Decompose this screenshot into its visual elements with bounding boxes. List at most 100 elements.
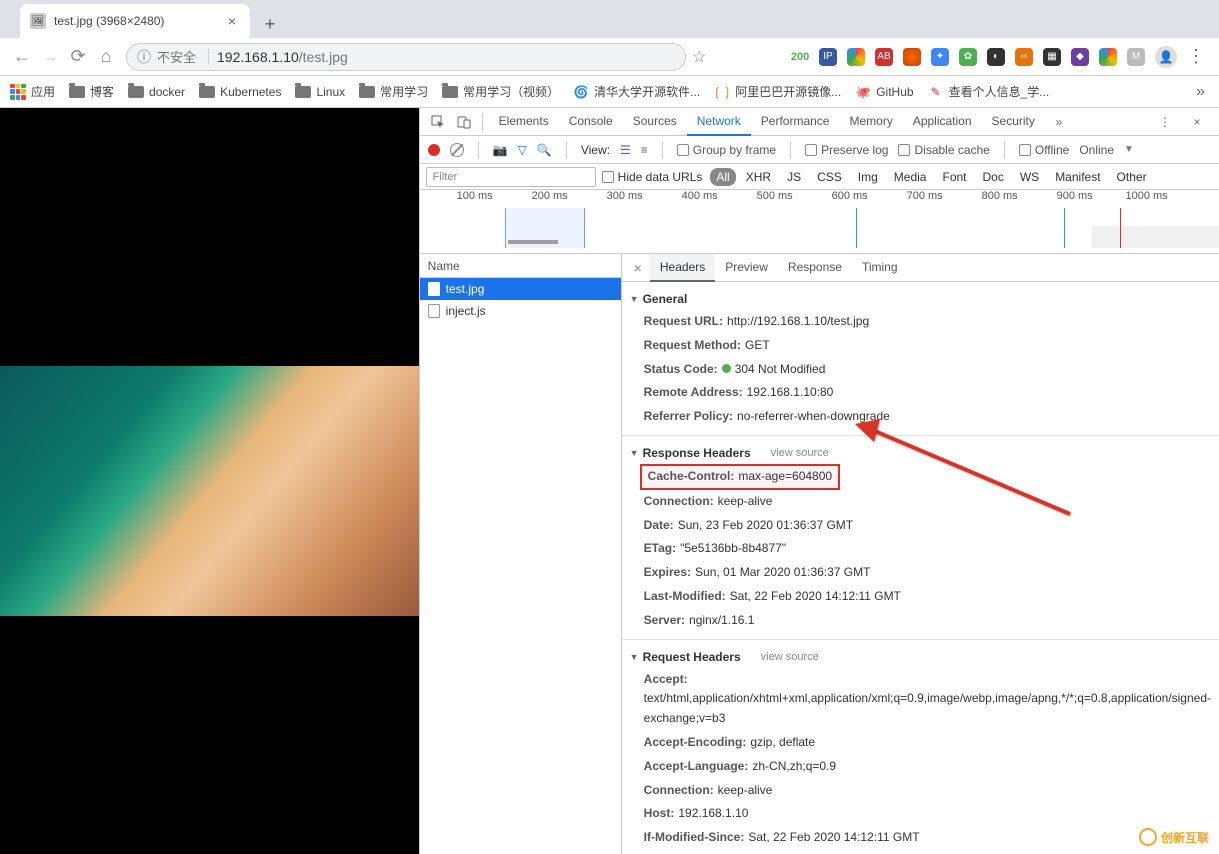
- bookmark-item[interactable]: ❲❳阿里巴巴开源镜像...: [714, 83, 841, 100]
- filter-chip-other[interactable]: Other: [1111, 168, 1153, 186]
- ext-icon-10[interactable]: ◆: [1071, 48, 1089, 66]
- bookmark-item[interactable]: 常用学习: [359, 83, 428, 100]
- ext-icon-11[interactable]: [1099, 48, 1117, 66]
- more-tabs-icon[interactable]: »: [1047, 110, 1071, 134]
- camera-icon[interactable]: 📷: [493, 143, 508, 157]
- bookmark-item[interactable]: 🐙GitHub: [855, 83, 913, 100]
- site-icon: ❲❳: [714, 84, 730, 100]
- filter-chip-all[interactable]: All: [710, 168, 735, 186]
- request-row[interactable]: test.jpg: [420, 278, 621, 300]
- ext-icon-7[interactable]: ◐: [987, 48, 1005, 66]
- ext-icon-12[interactable]: M: [1127, 48, 1145, 66]
- menu-icon[interactable]: ⋮: [1187, 46, 1205, 67]
- close-icon[interactable]: ×: [224, 13, 240, 29]
- filter-chip-font[interactable]: Font: [936, 168, 972, 186]
- browser-tab[interactable]: 🖼 test.jpg (3968×2480) ×: [20, 4, 250, 38]
- filter-icon[interactable]: ▽: [518, 143, 527, 157]
- ext-icon-3[interactable]: AB: [875, 48, 893, 66]
- devtools-tab-sources[interactable]: Sources: [623, 108, 687, 136]
- status-dot-icon: [722, 364, 731, 373]
- devtools-tab-security[interactable]: Security: [982, 108, 1045, 136]
- hide-data-urls-checkbox[interactable]: Hide data URLs: [602, 170, 703, 184]
- detail-close-icon[interactable]: ×: [628, 260, 648, 276]
- view-source-link[interactable]: view source: [761, 651, 819, 663]
- ext-status-badge[interactable]: 200: [791, 48, 809, 66]
- devtools-tab-elements[interactable]: Elements: [489, 108, 559, 136]
- reload-button[interactable]: ⟳: [64, 43, 92, 71]
- group-by-frame-checkbox[interactable]: Group by frame: [677, 143, 776, 157]
- online-select[interactable]: Online: [1079, 143, 1114, 157]
- network-timeline[interactable]: 100 ms200 ms300 ms400 ms500 ms600 ms700 …: [420, 190, 1219, 254]
- filter-chip-css[interactable]: CSS: [811, 168, 848, 186]
- bookmark-item[interactable]: 博客: [69, 83, 114, 100]
- bookmark-item[interactable]: Kubernetes: [199, 83, 281, 100]
- devtools-tab-performance[interactable]: Performance: [751, 108, 840, 136]
- bookmarks-overflow-icon[interactable]: »: [1196, 83, 1209, 101]
- filter-chip-img[interactable]: Img: [852, 168, 884, 186]
- throttle-caret-icon[interactable]: ▼: [1124, 144, 1134, 155]
- offline-checkbox[interactable]: Offline: [1019, 143, 1069, 157]
- clear-icon[interactable]: [450, 143, 464, 157]
- devtools-tab-application[interactable]: Application: [903, 108, 982, 136]
- devtools-close-icon[interactable]: ×: [1185, 110, 1209, 134]
- devtools-tab-memory[interactable]: Memory: [839, 108, 902, 136]
- filter-chip-js[interactable]: JS: [781, 168, 807, 186]
- section-response-headers-title[interactable]: ▼Response Headersview source: [622, 442, 1219, 464]
- ext-icon-2[interactable]: [847, 48, 865, 66]
- ext-icon-4[interactable]: [903, 48, 921, 66]
- large-rows-icon[interactable]: ☰: [620, 143, 631, 157]
- ext-icon-6[interactable]: ✿: [959, 48, 977, 66]
- site-info-icon[interactable]: ⓘ: [137, 47, 151, 67]
- detail-tabs: × HeadersPreviewResponseTiming: [622, 254, 1219, 282]
- preserve-log-checkbox[interactable]: Preserve log: [805, 143, 888, 157]
- page-image: [0, 366, 419, 616]
- detail-tab-preview[interactable]: Preview: [715, 254, 778, 282]
- bookmark-item[interactable]: ✎查看个人信息_学...: [928, 83, 1050, 100]
- home-button[interactable]: ⌂: [92, 43, 120, 71]
- section-general-title[interactable]: ▼General: [622, 288, 1219, 310]
- ext-icon-5[interactable]: ✦: [931, 48, 949, 66]
- address-bar[interactable]: ⓘ 不安全 192.168.1.10/test.jpg: [126, 43, 686, 71]
- disable-cache-checkbox[interactable]: Disable cache: [898, 143, 989, 157]
- ext-icon-1[interactable]: IP: [819, 48, 837, 66]
- inspect-icon[interactable]: [426, 110, 450, 134]
- bookmark-item[interactable]: 🌀清华大学开源软件...: [573, 83, 700, 100]
- request-row[interactable]: inject.js: [420, 300, 621, 322]
- section-request-headers-title[interactable]: ▼Request Headersview source: [622, 646, 1219, 668]
- filter-chip-xhr[interactable]: XHR: [740, 168, 777, 186]
- filter-chip-ws[interactable]: WS: [1014, 168, 1045, 186]
- forward-button[interactable]: →: [36, 43, 64, 71]
- filter-chip-manifest[interactable]: Manifest: [1049, 168, 1106, 186]
- devtools-tab-console[interactable]: Console: [559, 108, 623, 136]
- waterfall-icon[interactable]: ≡: [641, 143, 648, 157]
- view-source-link[interactable]: view source: [771, 447, 829, 459]
- request-name: test.jpg: [446, 282, 485, 296]
- header-row: Accept:text/html,application/xhtml+xml,a…: [622, 668, 1219, 731]
- new-tab-button[interactable]: +: [256, 10, 284, 38]
- view-label: View:: [581, 143, 610, 157]
- apps-button[interactable]: 应用: [10, 83, 55, 100]
- filter-input[interactable]: Filter: [426, 167, 596, 187]
- ext-icon-8[interactable]: ∞: [1015, 48, 1033, 66]
- detail-tab-timing[interactable]: Timing: [852, 254, 908, 282]
- browser-tab-strip: 🖼 test.jpg (3968×2480) × +: [0, 0, 1219, 38]
- bookmark-label: 清华大学开源软件...: [594, 83, 700, 100]
- filter-chip-doc[interactable]: Doc: [977, 168, 1010, 186]
- detail-tab-headers[interactable]: Headers: [650, 254, 715, 282]
- device-icon[interactable]: [452, 110, 476, 134]
- filter-chip-media[interactable]: Media: [888, 168, 933, 186]
- folder-icon: [128, 86, 144, 98]
- devtools-menu-icon[interactable]: ⋮: [1153, 110, 1177, 134]
- back-button[interactable]: ←: [8, 43, 36, 71]
- request-list-header[interactable]: Name: [420, 254, 621, 278]
- bookmark-item[interactable]: docker: [128, 83, 185, 100]
- record-icon[interactable]: [428, 144, 440, 156]
- search-icon[interactable]: 🔍: [537, 143, 552, 157]
- bookmark-item[interactable]: 常用学习（视频）: [442, 83, 559, 100]
- detail-tab-response[interactable]: Response: [778, 254, 852, 282]
- bookmark-star-icon[interactable]: ☆: [692, 47, 706, 67]
- ext-icon-9[interactable]: ▦: [1043, 48, 1061, 66]
- profile-icon[interactable]: 👤: [1155, 46, 1177, 68]
- bookmark-item[interactable]: Linux: [295, 83, 345, 100]
- devtools-tab-network[interactable]: Network: [687, 108, 751, 136]
